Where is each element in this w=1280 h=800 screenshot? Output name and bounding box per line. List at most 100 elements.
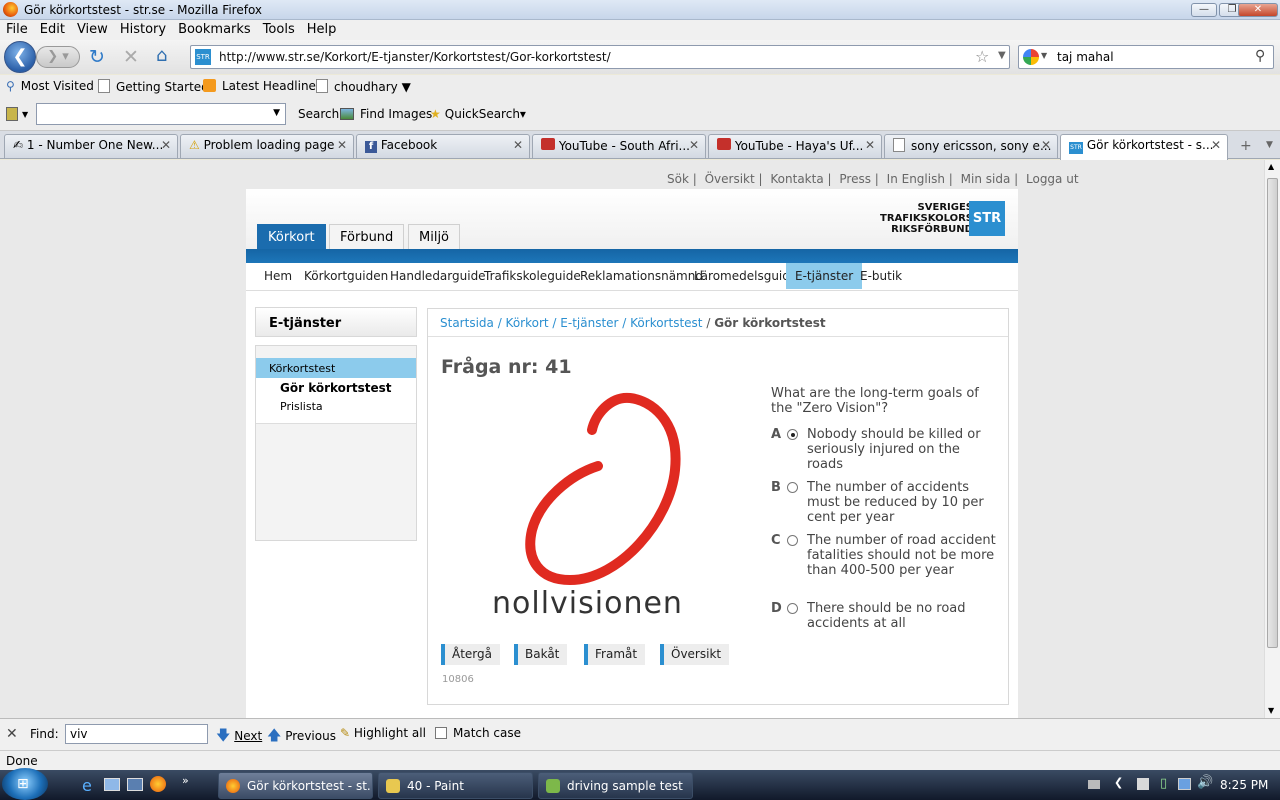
keyboard-icon[interactable] bbox=[1088, 780, 1100, 789]
highlight-all-button[interactable]: ✎ Highlight all bbox=[340, 726, 426, 740]
safely-remove-icon[interactable]: ▯ bbox=[1160, 776, 1167, 791]
checkbox-box[interactable] bbox=[435, 727, 447, 739]
volume-icon[interactable]: 🔊 bbox=[1197, 775, 1213, 790]
search-text[interactable]: taj mahal bbox=[1057, 50, 1114, 64]
tab-number-one[interactable]: ✍ 1 - Number One New... ✕ bbox=[4, 134, 178, 158]
ie-icon[interactable]: e bbox=[82, 776, 92, 795]
toolbar-dropdown-icon[interactable]: ▼ bbox=[22, 110, 28, 119]
close-tab-icon[interactable]: ✕ bbox=[689, 138, 699, 152]
toolbar-search-button[interactable]: Search bbox=[298, 107, 339, 121]
google-icon[interactable] bbox=[1023, 49, 1039, 65]
str-logo-box[interactable]: STR bbox=[969, 201, 1005, 236]
crumb-korkortstest[interactable]: Körkortstest bbox=[630, 316, 702, 330]
main-tab-forbund[interactable]: Förbund bbox=[329, 224, 405, 250]
close-tab-icon[interactable]: ✕ bbox=[865, 138, 875, 152]
framat-button[interactable]: Framåt bbox=[584, 644, 646, 665]
vertical-scrollbar[interactable]: ▲ ▼ bbox=[1264, 160, 1280, 718]
answer-b[interactable]: B The number of accidents must be reduced… bbox=[771, 480, 996, 528]
clock[interactable]: 8:25 PM bbox=[1220, 778, 1268, 792]
close-tab-icon[interactable]: ✕ bbox=[337, 138, 347, 152]
link-press[interactable]: Press | bbox=[839, 172, 878, 186]
scroll-up-icon[interactable]: ▲ bbox=[1268, 162, 1274, 171]
network-icon[interactable] bbox=[1178, 778, 1191, 790]
link-oversikt[interactable]: Översikt | bbox=[705, 172, 763, 186]
tab-problem-loading[interactable]: ⚠ Problem loading page ✕ bbox=[180, 134, 354, 158]
home-icon[interactable]: ⌂ bbox=[156, 45, 167, 66]
forward-button[interactable]: ❯ ▾ bbox=[36, 46, 80, 68]
bookmark-most-visited[interactable]: ⚲ Most Visited bbox=[6, 79, 94, 93]
radio-b[interactable] bbox=[787, 482, 798, 493]
crumb-korkort[interactable]: Körkort bbox=[506, 316, 549, 330]
switch-windows-icon[interactable] bbox=[127, 778, 143, 791]
answer-a[interactable]: A Nobody should be killed or seriously in… bbox=[771, 427, 996, 475]
bookmark-latest-headlines[interactable]: Latest Headlines bbox=[203, 79, 322, 93]
answer-d[interactable]: D There should be no road accidents at al… bbox=[771, 601, 996, 633]
back-button[interactable]: ❮ bbox=[4, 41, 36, 73]
minimize-button[interactable]: — bbox=[1191, 3, 1217, 17]
quicksearch-button[interactable]: ★ QuickSearch▾ bbox=[430, 107, 526, 121]
tab-sony-ericsson[interactable]: sony ericsson, sony e... ✕ bbox=[884, 134, 1058, 158]
link-in-english[interactable]: In English | bbox=[887, 172, 953, 186]
reload-icon[interactable]: ↻ bbox=[89, 46, 105, 68]
close-window-button[interactable]: ✕ bbox=[1238, 3, 1278, 17]
crumb-e-tjanster[interactable]: E-tjänster bbox=[560, 316, 618, 330]
find-input[interactable]: viv bbox=[65, 724, 208, 744]
subnav-e-butik[interactable]: E-butik bbox=[851, 263, 911, 289]
taskbar-firefox[interactable]: Gör körkortstest - st... bbox=[218, 772, 373, 799]
tray-expand-icon[interactable]: ❮ bbox=[1114, 776, 1123, 789]
close-tab-icon[interactable]: ✕ bbox=[513, 138, 523, 152]
answer-c[interactable]: C The number of road accident fatalities … bbox=[771, 533, 996, 595]
menu-tools[interactable]: Tools bbox=[257, 20, 301, 37]
sidebar-item-gor-korkortstest[interactable]: Gör körkortstest bbox=[280, 381, 391, 395]
menu-edit[interactable]: Edit bbox=[34, 20, 71, 37]
more-quicklaunch-icon[interactable]: » bbox=[182, 774, 189, 787]
link-min-sida[interactable]: Min sida | bbox=[961, 172, 1019, 186]
engine-dropdown-icon[interactable]: ▼ bbox=[1041, 51, 1047, 60]
oversikt-button[interactable]: Översikt bbox=[660, 644, 730, 665]
url-bar[interactable]: STR http://www.str.se/Korkort/E-tjanster… bbox=[190, 45, 1010, 69]
menu-history[interactable]: History bbox=[114, 20, 172, 37]
link-logga-ut[interactable]: Logga ut bbox=[1026, 172, 1079, 186]
main-tab-korkort[interactable]: Körkort bbox=[257, 224, 326, 250]
tab-facebook[interactable]: f Facebook ✕ bbox=[356, 134, 530, 158]
toolbar-search-select[interactable]: ▼ bbox=[36, 103, 286, 125]
menu-bookmarks[interactable]: Bookmarks bbox=[172, 20, 257, 37]
link-sok[interactable]: Sök | bbox=[667, 172, 697, 186]
tab-list-icon[interactable]: ▼ bbox=[1266, 140, 1273, 150]
close-tab-icon[interactable]: ✕ bbox=[1211, 138, 1221, 152]
bookmark-choudhary[interactable]: choudhary ▼ bbox=[316, 79, 411, 94]
find-next-button[interactable]: 🡇 Next bbox=[216, 725, 262, 749]
tray-app-icon[interactable] bbox=[1137, 778, 1149, 790]
scroll-down-icon[interactable]: ▼ bbox=[1268, 706, 1274, 715]
match-case-checkbox[interactable]: Match case bbox=[435, 726, 521, 740]
find-previous-button[interactable]: 🡅 Previous bbox=[267, 725, 336, 749]
start-button[interactable]: ⊞ bbox=[2, 768, 48, 800]
url-text[interactable]: http://www.str.se/Korkort/E-tjanster/Kor… bbox=[219, 50, 611, 64]
link-kontakta[interactable]: Kontakta | bbox=[770, 172, 831, 186]
close-tab-icon[interactable]: ✕ bbox=[161, 138, 171, 152]
bookmark-getting-started[interactable]: Getting Started bbox=[98, 79, 209, 94]
radio-a[interactable] bbox=[787, 429, 798, 440]
tab-youtube-haya[interactable]: YouTube - Haya's Uf... ✕ bbox=[708, 134, 882, 158]
menu-help[interactable]: Help bbox=[301, 20, 343, 37]
firefox-quicklaunch-icon[interactable] bbox=[150, 776, 166, 792]
sidebar-item-korkortstest[interactable]: Körkortstest bbox=[256, 358, 416, 378]
main-tab-miljo[interactable]: Miljö bbox=[408, 224, 461, 250]
menu-view[interactable]: View bbox=[71, 20, 114, 37]
show-desktop-icon[interactable] bbox=[104, 778, 120, 791]
radio-d[interactable] bbox=[787, 603, 798, 614]
search-box[interactable]: ▼ taj mahal ⚲ bbox=[1018, 45, 1274, 69]
bakat-button[interactable]: Bakåt bbox=[514, 644, 568, 665]
search-icon[interactable]: ⚲ bbox=[1255, 48, 1265, 64]
tab-youtube-south-africa[interactable]: YouTube - South Afri... ✕ bbox=[532, 134, 706, 158]
radio-c[interactable] bbox=[787, 535, 798, 546]
str-logo-text[interactable]: SVERIGES TRAFIKSKOLORS RIKSFÖRBUND bbox=[880, 202, 973, 235]
close-find-icon[interactable]: ✕ bbox=[6, 726, 18, 742]
toolbar-logo-icon[interactable] bbox=[6, 107, 18, 121]
atergå-button[interactable]: Återgå bbox=[441, 644, 500, 665]
menu-file[interactable]: File bbox=[0, 20, 34, 37]
sidebar-item-prislista[interactable]: Prislista bbox=[280, 400, 323, 413]
close-tab-icon[interactable]: ✕ bbox=[1041, 138, 1051, 152]
scrollbar-thumb[interactable] bbox=[1267, 178, 1278, 648]
taskbar-paint[interactable]: 40 - Paint bbox=[378, 772, 533, 799]
